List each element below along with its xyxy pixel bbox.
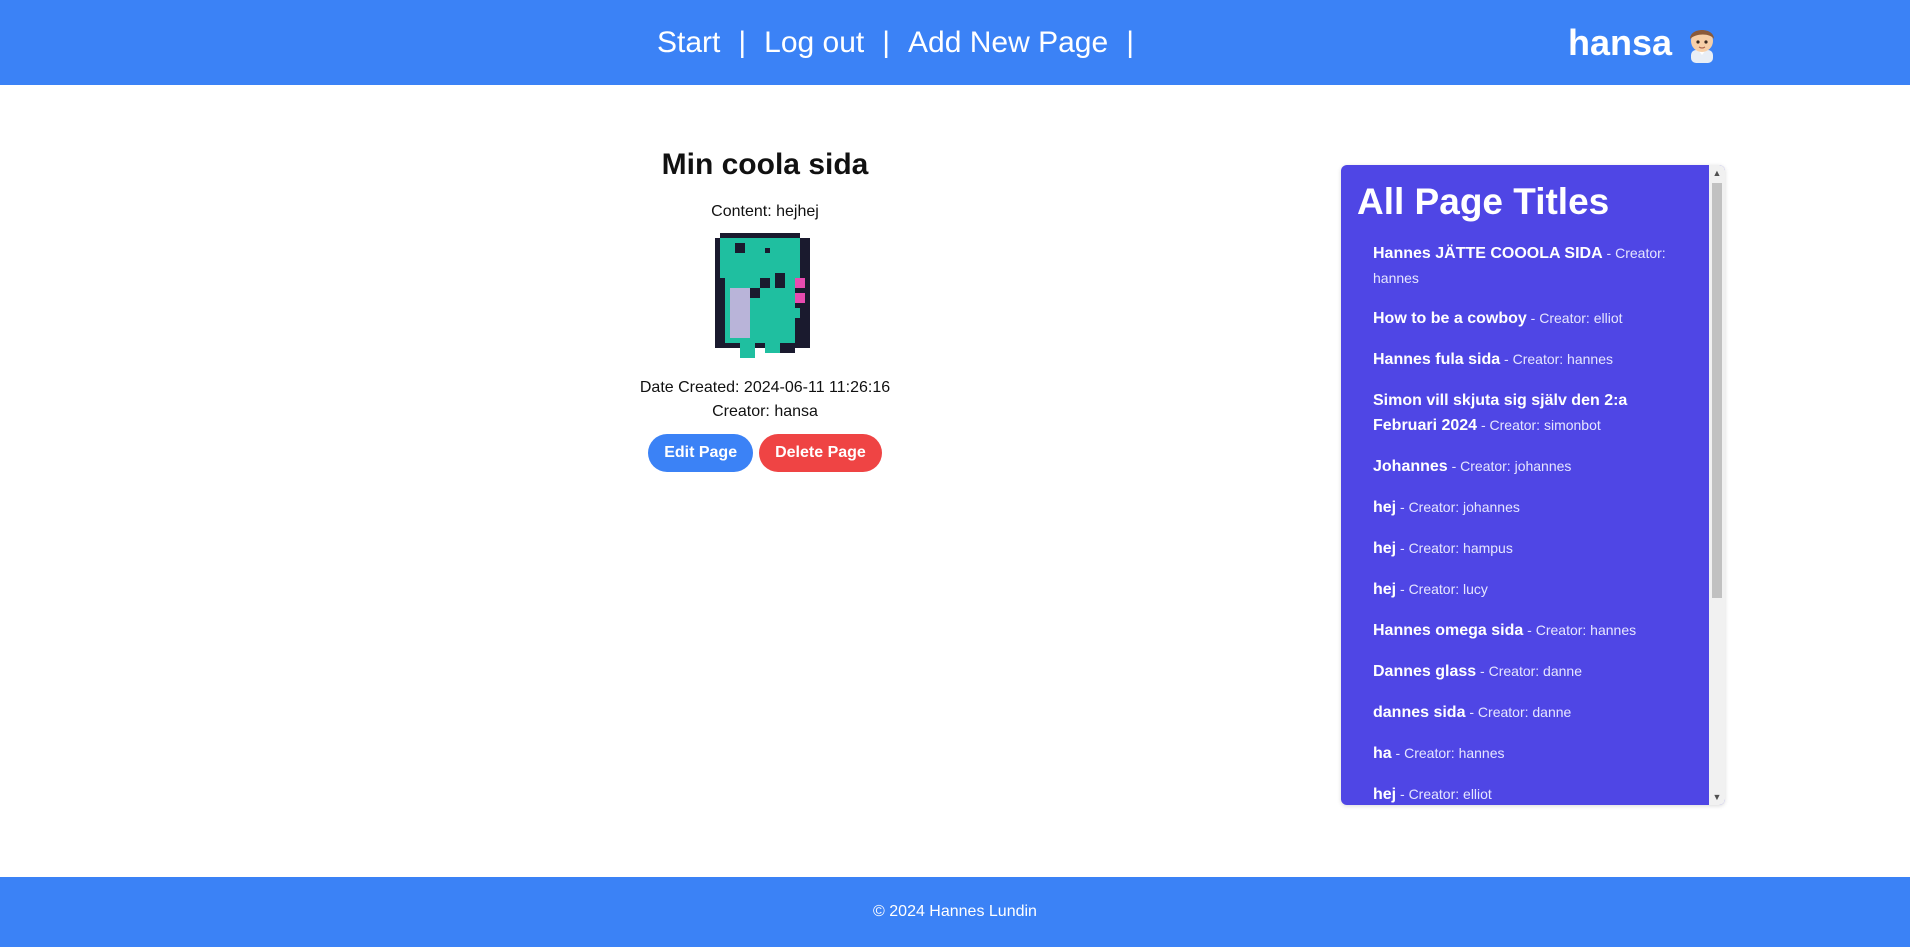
pixel-dinosaur-image (715, 233, 810, 358)
scroll-up-arrow-icon[interactable]: ▲ (1709, 165, 1725, 181)
list-item[interactable]: Johannes - Creator: johannes (1373, 454, 1693, 479)
list-item-creator: - Creator: danne (1476, 663, 1582, 679)
list-item-title[interactable]: hej (1373, 540, 1396, 557)
edit-page-button[interactable]: Edit Page (648, 434, 754, 472)
nav-add-page-link[interactable]: Add New Page (908, 26, 1108, 60)
list-item[interactable]: Dannes glass - Creator: danne (1373, 659, 1693, 684)
list-item-title[interactable]: ha (1373, 745, 1392, 762)
nav-logout-link[interactable]: Log out (764, 26, 864, 60)
list-item-title[interactable]: Hannes JÄTTE COOOLA SIDA (1373, 245, 1603, 262)
page-creator: Creator: hansa (712, 403, 818, 420)
list-item-creator: - Creator: johannes (1396, 499, 1520, 515)
list-item[interactable]: hej - Creator: johannes (1373, 495, 1693, 520)
nav-separator: | (882, 25, 891, 59)
list-item[interactable]: hej - Creator: elliot (1373, 782, 1693, 805)
list-item[interactable]: Hannes JÄTTE COOOLA SIDA - Creator: hann… (1373, 241, 1693, 290)
delete-page-button[interactable]: Delete Page (759, 434, 882, 472)
list-item-title[interactable]: How to be a cowboy (1373, 310, 1527, 327)
page-content: Content: hejhej (711, 203, 819, 220)
list-item-creator: - Creator: johannes (1447, 458, 1572, 474)
list-item-title[interactable]: Hannes fula sida (1373, 351, 1500, 368)
list-item[interactable]: dannes sida - Creator: danne (1373, 700, 1693, 725)
list-item-creator: - Creator: hannes (1523, 622, 1637, 638)
list-item[interactable]: Hannes fula sida - Creator: hannes (1373, 347, 1693, 372)
scrollbar-thumb[interactable] (1712, 183, 1722, 598)
list-item[interactable]: Simon vill skjuta sig själv den 2:a Febr… (1373, 388, 1693, 438)
page-actions: Edit Page Delete Page (540, 434, 990, 472)
list-item-title[interactable]: Dannes glass (1373, 663, 1476, 680)
main-nav: Start | Log out | Add New Page | (657, 0, 1152, 85)
page-title: Min coola sida (661, 148, 869, 181)
list-item-creator: - Creator: hannes (1391, 745, 1505, 761)
page-titles-panel[interactable]: All Page Titles Hannes JÄTTE COOOLA SIDA… (1341, 165, 1725, 805)
list-item-creator: - Creator: elliot (1526, 310, 1623, 326)
nav-start-link[interactable]: Start (657, 26, 720, 60)
top-navbar: Start | Log out | Add New Page | hansa (0, 0, 1910, 85)
list-item-title[interactable]: hej (1373, 581, 1396, 598)
panel-title: All Page Titles (1357, 181, 1610, 222)
list-item[interactable]: ha - Creator: hannes (1373, 741, 1693, 766)
list-item[interactable]: hej - Creator: lucy (1373, 577, 1693, 602)
footer-copyright: © 2024 Hannes Lundin (873, 903, 1037, 920)
list-item-title[interactable]: hej (1373, 499, 1396, 516)
list-item-creator: - Creator: danne (1465, 704, 1572, 720)
nav-separator: | (738, 25, 747, 59)
list-item-creator: - Creator: simonbot (1477, 417, 1601, 433)
footer: © 2024 Hannes Lundin (0, 877, 1910, 947)
username: hansa (1567, 21, 1672, 63)
date-created: Date Created: 2024-06-11 11:26:16 (639, 379, 891, 396)
list-item[interactable]: Hannes omega sida - Creator: hannes (1373, 618, 1693, 643)
list-item-creator: - Creator: hampus (1396, 540, 1513, 556)
list-item-title[interactable]: Johannes (1373, 458, 1448, 475)
list-item-title[interactable]: hej (1373, 786, 1396, 803)
scroll-down-arrow-icon[interactable]: ▼ (1709, 789, 1725, 805)
nav-separator: | (1126, 25, 1134, 59)
page-detail: Min coola sida Content: hejhej Date Crea… (540, 148, 990, 472)
page-titles-list: Hannes JÄTTE COOOLA SIDA - Creator: hann… (1357, 241, 1693, 805)
page-titles-scroll-area[interactable]: All Page Titles Hannes JÄTTE COOOLA SIDA… (1341, 165, 1709, 805)
list-item-title[interactable]: Hannes omega sida (1373, 622, 1523, 639)
list-item-creator: - Creator: hannes (1500, 351, 1613, 367)
list-item[interactable]: How to be a cowboy - Creator: elliot (1373, 306, 1693, 331)
list-item-creator: - Creator: lucy (1396, 581, 1488, 597)
boy-avatar-icon (1690, 29, 1714, 63)
list-item[interactable]: hej - Creator: hampus (1373, 536, 1693, 561)
user-info: hansa (1568, 0, 1720, 85)
panel-scrollbar[interactable]: ▲ ▼ (1709, 165, 1725, 805)
list-item-creator: - Creator: elliot (1396, 786, 1492, 802)
list-item-title[interactable]: dannes sida (1373, 704, 1465, 721)
